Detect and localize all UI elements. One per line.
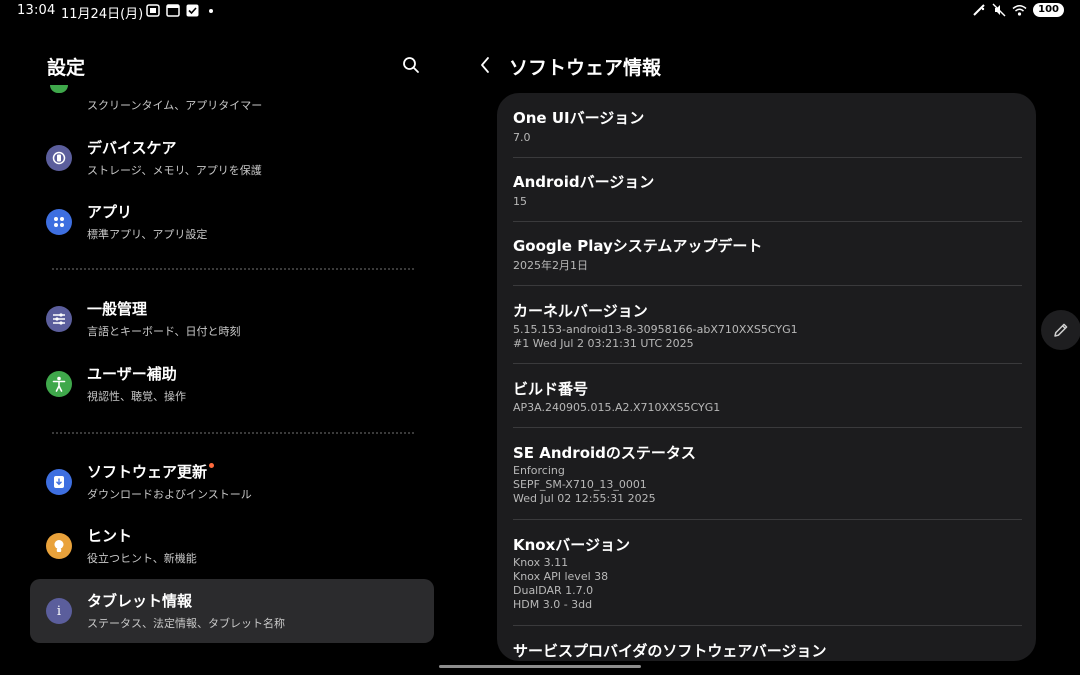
settings-item-title: ヒント — [87, 527, 133, 545]
search-button[interactable] — [398, 52, 424, 78]
settings-item-title: ユーザー補助 — [87, 365, 177, 383]
info-row-title: Google Playシステムアップデート — [513, 237, 763, 255]
mute-icon — [992, 3, 1006, 17]
info-row-value: HDM 3.0 - 3dd — [513, 598, 593, 611]
settings-item-title: デバイスケア — [87, 139, 177, 157]
status-bar: 13:04 11月24日(月) 100 — [0, 0, 1080, 24]
settings-item-apps[interactable]: アプリ 標準アプリ、アプリ設定 — [30, 190, 434, 254]
info-row-value: 7.0 — [513, 131, 531, 144]
settings-item-subtitle: ストレージ、メモリ、アプリを保護 — [87, 164, 262, 177]
info-row-value: Knox 3.11 — [513, 556, 569, 569]
row-divider — [513, 221, 1022, 222]
settings-item-subtitle: ステータス、法定情報、タブレット名称 — [87, 617, 285, 630]
info-row-value: SEPF_SM-X710_13_0001 — [513, 478, 647, 491]
info-row-value: Enforcing — [513, 464, 565, 477]
status-date: 11月24日(月) — [61, 7, 144, 22]
info-row-title: サービスプロバイダのソフトウェアバージョン — [513, 642, 827, 660]
row-divider — [513, 625, 1022, 626]
section-divider — [52, 432, 414, 434]
info-row-value: DualDAR 1.7.0 — [513, 584, 594, 597]
accessibility-icon — [46, 371, 72, 397]
more-notifications-dot — [209, 8, 213, 13]
settings-item-accessibility[interactable]: ユーザー補助 視認性、聴覚、操作 — [30, 352, 434, 416]
stylus-icon — [973, 4, 985, 16]
apps-icon — [46, 209, 72, 235]
back-button[interactable] — [474, 53, 496, 77]
software-update-icon — [46, 469, 72, 495]
battery-indicator: 100 — [1033, 3, 1064, 17]
window-icon — [166, 4, 180, 17]
info-row-title: Knoxバージョン — [513, 536, 630, 554]
digital-wellbeing-icon — [50, 85, 68, 93]
software-info-card: One UIバージョン 7.0 Androidバージョン 15 Google P… — [497, 93, 1036, 661]
settings-item-tablet-info[interactable]: i タブレット情報 ステータス、法定情報、タブレット名称 — [30, 579, 434, 643]
pencil-icon — [1054, 323, 1068, 337]
section-divider — [52, 268, 414, 270]
info-glyph: i — [56, 603, 62, 619]
info-row-value: Knox API level 38 — [513, 570, 609, 583]
settings-item-subtitle: 役立つヒント、新機能 — [87, 552, 197, 565]
status-time: 13:04 — [17, 3, 56, 18]
info-row-value: 2025年2月1日 — [513, 259, 588, 272]
info-row-title: One UIバージョン — [513, 109, 645, 127]
home-indicator[interactable] — [439, 665, 641, 668]
settings-item-title-wrap: ソフトウェア更新 — [87, 461, 215, 482]
lightbulb-icon — [46, 533, 72, 559]
device-care-icon — [46, 145, 72, 171]
settings-item-general-management[interactable]: 一般管理 言語とキーボード、日付と時刻 — [30, 287, 434, 351]
settings-item-subtitle: 言語とキーボード、日付と時刻 — [87, 325, 241, 338]
info-row-title: カーネルバージョン — [513, 302, 648, 320]
settings-item-subtitle: 標準アプリ、アプリ設定 — [87, 228, 208, 241]
chevron-left-icon — [481, 57, 489, 73]
screenshot-icon — [146, 4, 160, 17]
settings-item-title: タブレット情報 — [87, 592, 193, 610]
info-row-value: Wed Jul 02 12:55:31 2025 — [513, 492, 656, 505]
settings-item-tips[interactable]: ヒント 役立つヒント、新機能 — [30, 514, 434, 578]
digital-wellbeing-subtitle[interactable]: スクリーンタイム、アプリタイマー — [87, 97, 262, 113]
edit-button[interactable] — [1041, 310, 1080, 350]
info-row-value: 15 — [513, 195, 527, 208]
row-divider — [513, 157, 1022, 158]
status-system-icons: 100 — [972, 3, 1064, 17]
settings-title: 設定 — [47, 57, 86, 79]
check-box-icon — [186, 4, 199, 17]
info-icon: i — [46, 598, 72, 624]
settings-item-title: ソフトウェア更新 — [87, 463, 208, 481]
info-row-value: 5.15.153-android13-8-30958166-abX710XXS5… — [513, 323, 798, 336]
page-title: ソフトウェア情報 — [509, 57, 662, 79]
info-row-title: ビルド番号 — [513, 380, 589, 398]
info-row-title: SE Androidのステータス — [513, 444, 696, 462]
row-divider — [513, 427, 1022, 428]
search-icon — [403, 57, 419, 73]
info-row-value: #1 Wed Jul 2 03:21:31 UTC 2025 — [513, 337, 694, 350]
settings-item-title: 一般管理 — [87, 300, 148, 318]
settings-item-subtitle: 視認性、聴覚、操作 — [87, 390, 186, 403]
settings-item-title: アプリ — [87, 203, 133, 221]
info-row-value: AP3A.240905.015.A2.X710XXS5CYG1 — [513, 401, 721, 414]
sliders-icon — [46, 306, 72, 332]
info-row-title: Androidバージョン — [513, 173, 655, 191]
row-divider — [513, 519, 1022, 520]
row-divider — [513, 285, 1022, 286]
status-notification-icons — [146, 4, 213, 17]
update-badge-dot — [209, 463, 215, 468]
settings-item-software-update[interactable]: ソフトウェア更新 ダウンロードおよびインストール — [30, 450, 434, 514]
settings-item-subtitle: ダウンロードおよびインストール — [87, 488, 252, 501]
row-divider — [513, 363, 1022, 364]
wifi-icon — [1012, 4, 1027, 16]
settings-item-device-care[interactable]: デバイスケア ストレージ、メモリ、アプリを保護 — [30, 126, 434, 190]
